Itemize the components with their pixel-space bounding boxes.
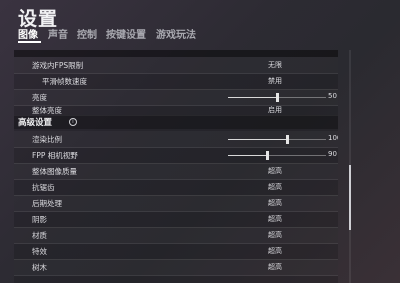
fps-limit-value[interactable]: 无限 bbox=[268, 60, 282, 70]
row-effects[interactable]: 特效 超高 bbox=[14, 243, 338, 260]
row-shadows[interactable]: 阴影 超高 bbox=[14, 211, 338, 228]
row-fpp-fov: FPP 相机视野 90 bbox=[14, 147, 338, 164]
slider-handle[interactable] bbox=[285, 135, 289, 144]
render-scale-slider[interactable] bbox=[228, 135, 326, 144]
shadows-value[interactable]: 超高 bbox=[268, 214, 282, 224]
post-processing-value[interactable]: 超高 bbox=[268, 198, 282, 208]
row-label: 游戏内FPS限制 bbox=[32, 61, 84, 70]
row-label: 后期处理 bbox=[32, 199, 62, 208]
row-label: 阴影 bbox=[32, 215, 47, 224]
row-label: 材质 bbox=[32, 231, 47, 240]
row-label: 抗锯齿 bbox=[32, 183, 55, 192]
row-label: 亮度 bbox=[32, 93, 47, 102]
overall-quality-value[interactable]: 超高 bbox=[268, 166, 282, 176]
slider-handle[interactable] bbox=[276, 93, 279, 102]
row-post-processing[interactable]: 后期处理 超高 bbox=[14, 195, 338, 212]
brightness-slider[interactable] bbox=[228, 93, 326, 102]
panel-header-bar bbox=[14, 50, 338, 57]
row-render-scale: 渲染比例 100 bbox=[14, 131, 338, 148]
settings-panel: 游戏内FPS限制 无限 平滑帧数速度 禁用 亮度 50 整体亮度 启用 高级设置… bbox=[14, 50, 338, 283]
info-icon[interactable]: i bbox=[69, 118, 77, 126]
row-label: 树木 bbox=[32, 263, 47, 272]
row-fps-limit[interactable]: 游戏内FPS限制 无限 bbox=[14, 57, 338, 74]
render-scale-number: 100 bbox=[328, 134, 338, 142]
row-label: 平滑帧数速度 bbox=[42, 77, 87, 86]
tab-graphics[interactable]: 图像 bbox=[18, 26, 38, 41]
fpp-fov-number: 90 bbox=[328, 150, 337, 158]
overall-brightness-value[interactable]: 启用 bbox=[268, 105, 282, 115]
tab-sound[interactable]: 声音 bbox=[48, 26, 68, 41]
fpp-fov-slider[interactable] bbox=[228, 151, 326, 160]
tab-controls[interactable]: 控制 bbox=[77, 26, 97, 41]
advanced-settings-header[interactable]: 高级设置 i bbox=[14, 115, 338, 129]
row-overall-quality[interactable]: 整体图像质量 超高 bbox=[14, 163, 338, 180]
row-label: 特效 bbox=[32, 247, 47, 256]
row-label: 整体图像质量 bbox=[32, 167, 77, 176]
anti-aliasing-value[interactable]: 超高 bbox=[268, 182, 282, 192]
row-brightness: 亮度 50 bbox=[14, 89, 338, 106]
row-smooth-frame-rate[interactable]: 平滑帧数速度 禁用 bbox=[14, 73, 338, 90]
slider-handle[interactable] bbox=[266, 151, 270, 160]
slider-fill bbox=[228, 155, 268, 156]
scrollbar-thumb[interactable] bbox=[349, 165, 351, 230]
effects-value[interactable]: 超高 bbox=[268, 246, 282, 256]
tab-gameplay[interactable]: 游戏玩法 bbox=[156, 26, 196, 41]
active-tab-underline bbox=[18, 41, 41, 43]
section-title: 高级设置 bbox=[18, 118, 53, 128]
row-foliage[interactable]: 树木 超高 bbox=[14, 259, 338, 276]
row-label: 渲染比例 bbox=[32, 135, 62, 144]
smooth-frame-value[interactable]: 禁用 bbox=[268, 76, 282, 86]
row-label: FPP 相机视野 bbox=[32, 151, 78, 160]
row-textures[interactable]: 材质 超高 bbox=[14, 227, 338, 244]
slider-fill bbox=[228, 139, 287, 140]
scrollbar[interactable] bbox=[349, 50, 351, 283]
foliage-value[interactable]: 超高 bbox=[268, 262, 282, 272]
slider-fill bbox=[228, 97, 277, 98]
tab-keybindings[interactable]: 按键设置 bbox=[106, 26, 146, 41]
row-anti-aliasing[interactable]: 抗锯齿 超高 bbox=[14, 179, 338, 196]
brightness-number: 50 bbox=[328, 92, 337, 100]
textures-value[interactable]: 超高 bbox=[268, 230, 282, 240]
